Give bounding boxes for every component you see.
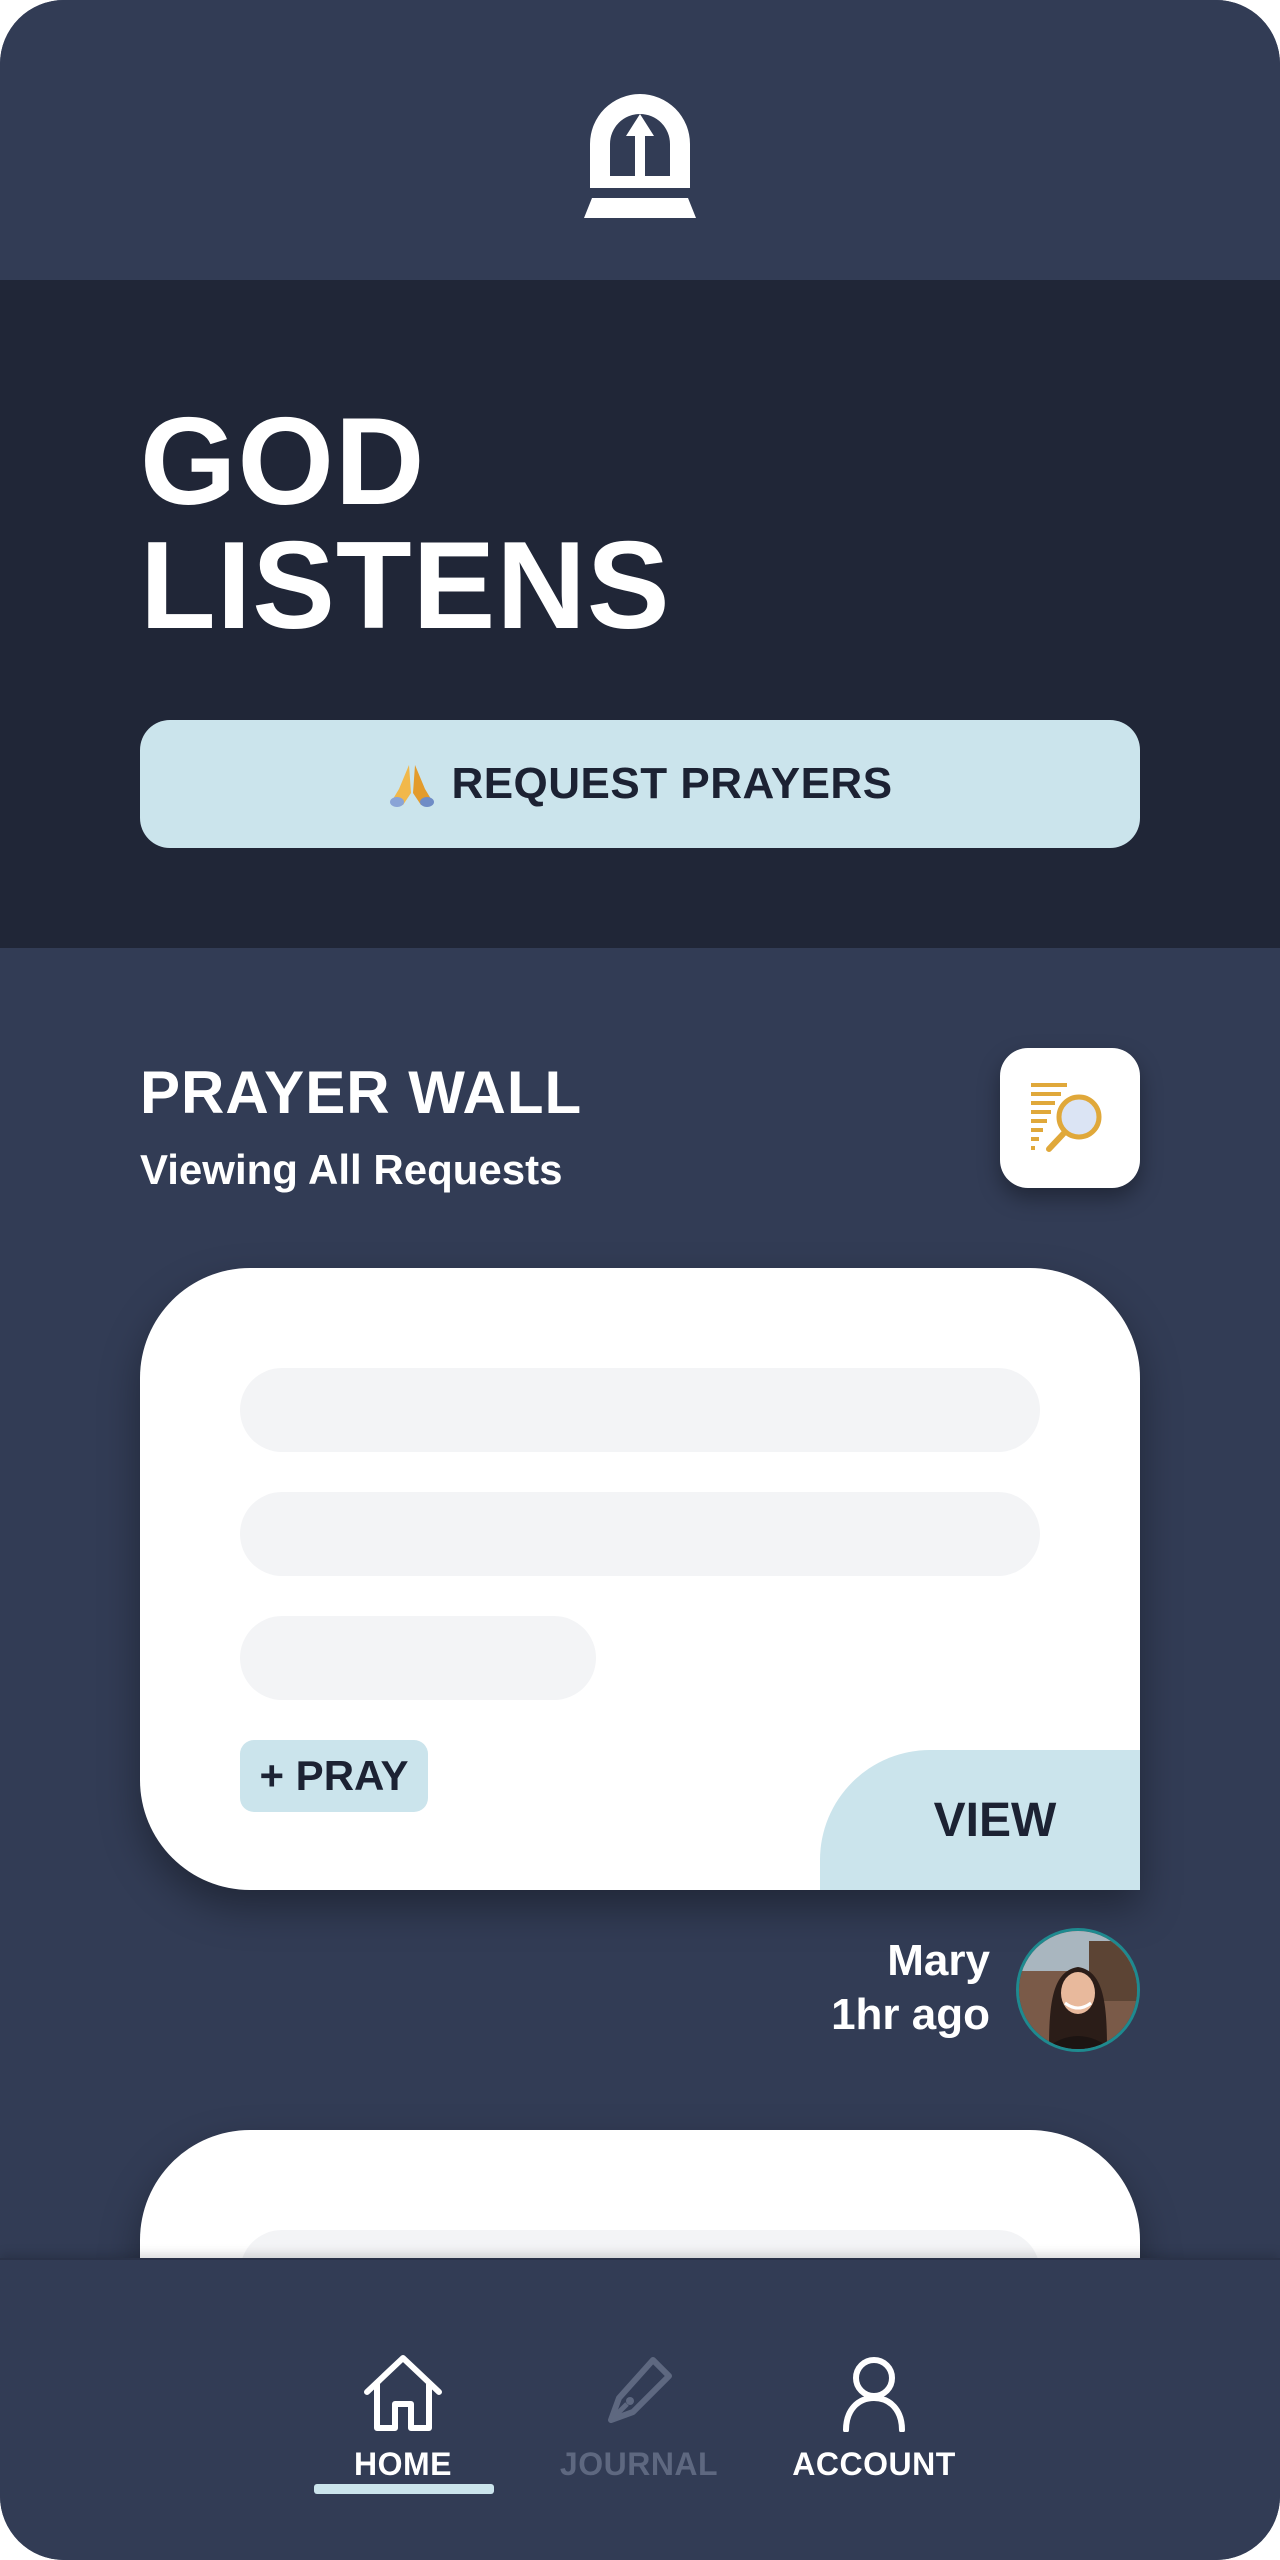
filter-search-button[interactable]	[1000, 1048, 1140, 1188]
skeleton-line	[240, 1616, 596, 1700]
prayer-request-card[interactable]: + PRAY VIEW	[140, 1268, 1140, 1890]
praying-hands-icon	[390, 765, 435, 807]
pray-button[interactable]: + PRAY	[240, 1740, 428, 1812]
request-meta: Mary 1hr ago	[831, 1934, 990, 2042]
bottom-nav: HOME JOURNAL ACCOUNT	[0, 2258, 1280, 2560]
nav-label-account: ACCOUNT	[792, 2446, 956, 2482]
user-icon	[843, 2357, 905, 2432]
avatar[interactable]	[1016, 1928, 1140, 2052]
hero-title-line1: GOD	[140, 393, 426, 531]
hero-title: GOD LISTENS	[140, 400, 671, 648]
prayer-wall-title: PRAYER WALL	[140, 1059, 583, 1126]
hero-section: GOD LISTENS REQUEST PRAYERS	[0, 280, 1280, 948]
author-name: Mary	[887, 1936, 990, 1985]
prayer-wall-subtitle: Viewing All Requests	[140, 1146, 563, 1193]
app-screen: GOD LISTENS REQUEST PRAYERS PRAYER WALL …	[0, 0, 1280, 2560]
nav-item-account[interactable]: ACCOUNT	[774, 2354, 974, 2524]
avatar-photo	[1019, 1931, 1137, 2049]
post-time: 1hr ago	[831, 1990, 990, 2039]
app-logo-icon	[584, 94, 696, 218]
hero-title-line2: LISTENS	[140, 517, 671, 655]
nav-label-journal: JOURNAL	[559, 2446, 719, 2482]
skeleton-line	[240, 1368, 1040, 1452]
active-tab-indicator	[314, 2484, 494, 2494]
search-list-icon	[1031, 1083, 1102, 1152]
request-prayers-button[interactable]: REQUEST PRAYERS	[140, 720, 1140, 848]
home-icon	[364, 2355, 442, 2431]
nav-item-home[interactable]: HOME	[303, 2354, 503, 2524]
nav-label-home: HOME	[354, 2446, 452, 2482]
view-button[interactable]: VIEW	[820, 1750, 1140, 1890]
skeleton-line	[240, 1492, 1040, 1576]
pen-icon	[608, 2357, 672, 2423]
top-header	[0, 0, 1280, 280]
request-prayers-label: REQUEST PRAYERS	[451, 759, 893, 808]
nav-item-journal[interactable]: JOURNAL	[539, 2354, 739, 2524]
